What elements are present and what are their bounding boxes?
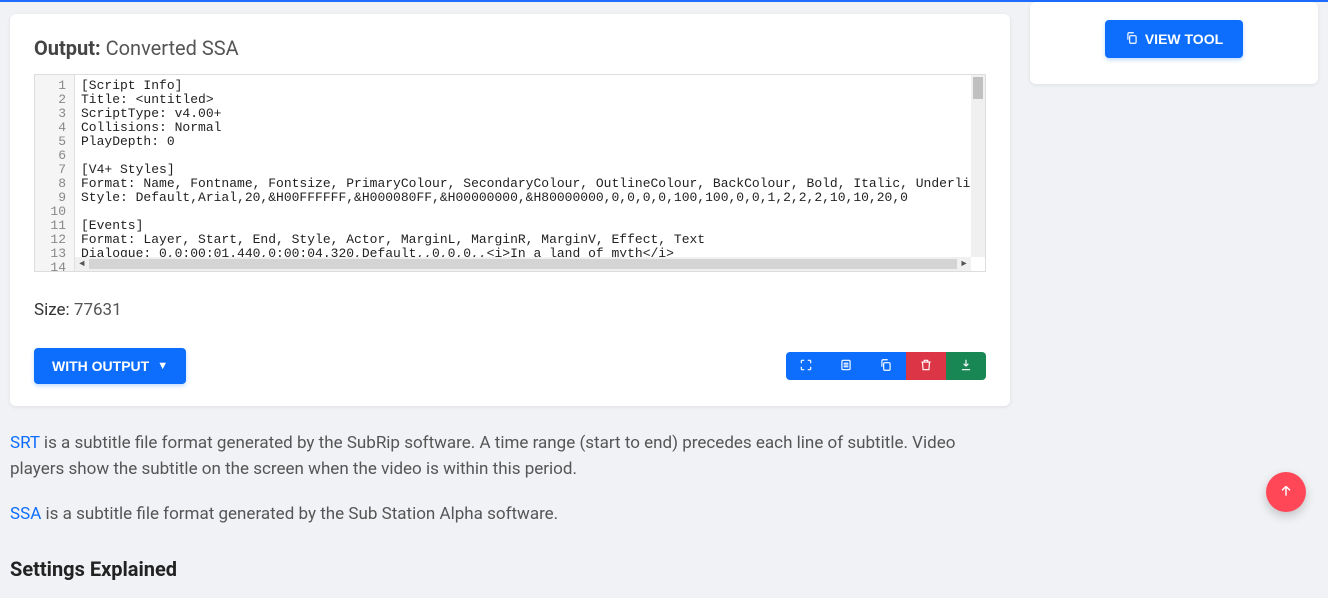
code-line <box>81 149 979 163</box>
code-line: Title: <untitled> <box>81 93 979 107</box>
line-number: 14 <box>39 261 66 275</box>
ssa-link[interactable]: SSA <box>10 504 41 524</box>
code-line: ScriptType: v4.00+ <box>81 107 979 121</box>
code-editor[interactable]: 1234567891011121314 [Script Info]Title: … <box>34 74 986 272</box>
size-info: Size: 77631 <box>34 300 986 320</box>
expand-icon <box>799 358 813 375</box>
view-tool-button[interactable]: VIEW TOOL <box>1105 20 1243 58</box>
scroll-left-arrow[interactable]: ◄ <box>75 259 89 269</box>
code-line: Collisions: Normal <box>81 121 979 135</box>
caret-down-icon: ▼ <box>157 360 168 372</box>
copy-icon <box>1125 31 1139 48</box>
line-number: 10 <box>39 205 66 219</box>
line-number: 7 <box>39 163 66 177</box>
ssa-description: SSA is a subtitle file format generated … <box>10 501 1010 527</box>
line-number: 8 <box>39 177 66 191</box>
code-line: Format: Layer, Start, End, Style, Actor,… <box>81 233 979 247</box>
code-line <box>81 205 979 219</box>
scroll-thumb-h[interactable] <box>89 259 957 269</box>
size-value: 77631 <box>74 300 122 320</box>
output-title: Output: Converted SSA <box>34 36 986 60</box>
output-toolbar <box>786 352 986 380</box>
with-output-button[interactable]: WITH OUTPUT ▼ <box>34 348 186 384</box>
scroll-right-arrow[interactable]: ► <box>957 259 971 269</box>
view-tool-label: VIEW TOOL <box>1145 31 1223 47</box>
settings-heading: Settings Explained <box>10 557 1010 581</box>
arrow-up-icon <box>1278 483 1294 502</box>
line-number: 6 <box>39 149 66 163</box>
editor-gutter: 1234567891011121314 <box>35 75 75 271</box>
download-button[interactable] <box>946 352 986 380</box>
vertical-scrollbar[interactable] <box>971 75 985 257</box>
srt-text: is a subtitle file format generated by t… <box>10 433 955 479</box>
output-card: Output: Converted SSA 123456789101112131… <box>10 14 1010 406</box>
code-line: [Script Info] <box>81 79 979 93</box>
with-output-label: WITH OUTPUT <box>52 358 149 374</box>
line-number: 13 <box>39 247 66 261</box>
code-line: Format: Name, Fontname, Fontsize, Primar… <box>81 177 979 191</box>
scroll-thumb[interactable] <box>973 77 983 99</box>
list-icon <box>839 358 853 375</box>
output-title-prefix: Output: <box>34 36 101 60</box>
code-line: [Events] <box>81 219 979 233</box>
line-number: 3 <box>39 107 66 121</box>
size-label: Size: <box>34 300 70 320</box>
line-number: 12 <box>39 233 66 247</box>
view-button[interactable] <box>826 352 866 380</box>
line-number: 5 <box>39 135 66 149</box>
copy-button[interactable] <box>866 352 906 380</box>
actions-row: WITH OUTPUT ▼ <box>34 348 986 384</box>
editor-content[interactable]: [Script Info]Title: <untitled>ScriptType… <box>75 75 985 271</box>
srt-description: SRT is a subtitle file format generated … <box>10 430 1010 483</box>
copy-icon <box>879 358 893 375</box>
code-line: PlayDepth: 0 <box>81 135 979 149</box>
code-line: Style: Default,Arial,20,&H00FFFFFF,&H000… <box>81 191 979 205</box>
code-line: [V4+ Styles] <box>81 163 979 177</box>
line-number: 1 <box>39 79 66 93</box>
output-title-suffix: Converted SSA <box>106 36 239 60</box>
line-number: 2 <box>39 93 66 107</box>
fullscreen-button[interactable] <box>786 352 826 380</box>
horizontal-scrollbar[interactable]: ◄ ► <box>75 257 971 271</box>
sidebar-card: VIEW TOOL <box>1030 2 1318 84</box>
line-number: 9 <box>39 191 66 205</box>
line-number: 4 <box>39 121 66 135</box>
trash-icon <box>919 358 933 375</box>
ssa-text: is a subtitle file format generated by t… <box>41 504 558 524</box>
line-number: 11 <box>39 219 66 233</box>
srt-link[interactable]: SRT <box>10 433 40 453</box>
download-icon <box>959 358 973 375</box>
delete-button[interactable] <box>906 352 946 380</box>
scroll-to-top-button[interactable] <box>1266 472 1306 512</box>
